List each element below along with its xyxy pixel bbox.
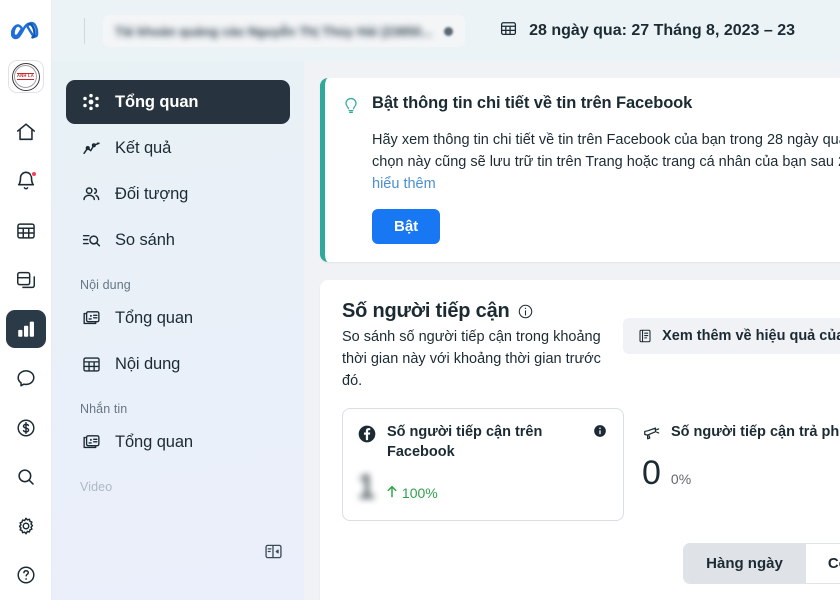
reach-title-row: Số người tiếp cận	[342, 300, 620, 323]
metric-delta: 100%	[386, 485, 438, 501]
sidebar-item-tong-quan[interactable]: Tổng quan	[66, 80, 290, 124]
post-overview-icon	[80, 431, 102, 453]
collapse-panel-icon[interactable]	[258, 536, 288, 566]
tab-cong-don[interactable]: Cộn	[805, 544, 840, 584]
grid-table-icon	[80, 353, 102, 375]
reach-metrics: Số người tiếp cận trên Facebook 1 100% S…	[342, 408, 840, 522]
benchmark-search-icon	[80, 229, 102, 251]
sidebar-item-ket-qua[interactable]: Kết quả	[66, 126, 290, 170]
sidebar-item-label: Tổng quan	[115, 308, 193, 327]
calendar-icon	[499, 19, 518, 43]
sidebar-item-label: So sánh	[115, 230, 175, 249]
metric-card-facebook-reach[interactable]: Số người tiếp cận trên Facebook 1 100%	[342, 408, 624, 522]
avatar-label: ANH LA	[16, 72, 35, 81]
learn-more-label: Xem thêm về hiệu quả của nộ	[662, 328, 840, 345]
avatar[interactable]: ANH LA	[7, 59, 44, 94]
metric-card-paid-reach[interactable]: Số người tiếp cận trả phí t 0 0%	[642, 408, 840, 507]
chevron-down-icon	[444, 26, 454, 36]
top-bar: Tài khoản quảng cáo Nguyễn Thị Thúy Hải …	[52, 0, 840, 62]
info-filled-icon[interactable]	[593, 424, 607, 443]
account-name: Tài khoản quảng cáo Nguyễn Thị Thúy Hải …	[115, 23, 433, 39]
sidebar-item-so-sanh[interactable]: So sánh	[66, 218, 290, 262]
sidebar-section-video: Video	[80, 480, 113, 494]
granularity-segmented-control: Hàng ngày Cộn	[683, 543, 840, 585]
tab-hang-ngay[interactable]: Hàng ngày	[684, 544, 806, 584]
search-icon[interactable]	[6, 458, 46, 495]
sidebar-section-nhan-tin: Nhắn tin	[80, 402, 128, 416]
sidebar-section-noi-dung: Nội dung	[80, 278, 131, 292]
sidebar-item-noidung-tong-quan[interactable]: Tổng quan	[66, 296, 290, 340]
stories-insights-banner: Bật thông tin chi tiết về tin trên Faceb…	[320, 78, 840, 263]
post-overview-icon	[80, 307, 102, 329]
trend-line-icon	[80, 137, 102, 159]
metric-value: 0	[642, 454, 661, 493]
sidebar-item-label: Đối tượng	[115, 184, 189, 203]
dollar-circle-icon[interactable]	[6, 409, 46, 446]
metric-name: Số người tiếp cận trên Facebook	[387, 424, 543, 460]
home-icon[interactable]	[6, 113, 46, 150]
metric-delta: 0%	[671, 471, 691, 487]
banner-title: Bật thông tin chi tiết về tin trên Faceb…	[372, 94, 693, 112]
notification-badge	[30, 170, 37, 177]
people-icon	[80, 183, 102, 205]
arrow-up-icon	[386, 485, 398, 501]
sidebar-item-doi-tuong[interactable]: Đối tượng	[66, 172, 290, 216]
banner-body-text: Hãy xem thông tin chi tiết về tin trên F…	[372, 132, 840, 171]
icon-rail: ANH LA	[0, 0, 52, 600]
gear-icon[interactable]	[6, 507, 46, 544]
sidebar-item-label: Tổng quan	[115, 92, 199, 111]
article-icon	[637, 328, 653, 344]
reach-card: Số người tiếp cận So sánh số người tiếp …	[320, 280, 840, 600]
grid-table-icon[interactable]	[6, 212, 46, 249]
metric-name: Số người tiếp cận trả phí t	[671, 424, 840, 441]
meta-logo-icon[interactable]	[6, 14, 46, 46]
account-selector[interactable]: Tài khoản quảng cáo Nguyễn Thị Thúy Hải …	[103, 15, 466, 47]
info-circle-icon[interactable]	[517, 303, 534, 320]
facebook-icon	[357, 424, 377, 449]
sidebar-item-label: Nội dung	[115, 354, 181, 373]
date-range-picker[interactable]: 28 ngày qua: 27 Tháng 8, 2023 – 23	[499, 19, 795, 43]
bar-chart-icon[interactable]	[5, 310, 46, 348]
overview-hub-icon	[80, 91, 102, 113]
granularity-control-row: Hàng ngày Cộn	[342, 543, 840, 585]
metric-delta-label: 0%	[670, 471, 692, 488]
sidebar-item-label: Tổng quan	[115, 432, 193, 451]
content-scroll: Bật thông tin chi tiết về tin trên Faceb…	[304, 62, 840, 600]
sidebar-item-noidung-noi-dung[interactable]: Nội dung	[66, 342, 290, 386]
sidebar-item-nhantin-tong-quan[interactable]: Tổng quan	[66, 420, 290, 464]
learn-more-content-performance-button[interactable]: Xem thêm về hiệu quả của nộ	[623, 318, 840, 355]
banner-body: Hãy xem thông tin chi tiết về tin trên F…	[372, 129, 840, 195]
date-range-label: 28 ngày qua: 27 Tháng 8, 2023 – 23	[529, 22, 796, 39]
enable-button[interactable]: Bật	[372, 209, 441, 245]
lightbulb-icon	[341, 95, 361, 120]
question-circle-icon[interactable]	[6, 557, 46, 594]
content-cards-icon[interactable]	[6, 261, 46, 298]
megaphone-icon	[642, 424, 661, 448]
metric-value: 1	[357, 468, 376, 507]
topbar-divider	[84, 18, 85, 44]
metric-delta-label: 100%	[401, 485, 438, 502]
reach-description: So sánh số người tiếp cận trong khoảng t…	[342, 329, 601, 389]
sidebar: Tổng quan Kết quả Đối tượng So sánh Nội …	[52, 0, 304, 600]
sidebar-item-label: Kết quả	[115, 138, 172, 157]
bell-icon[interactable]	[6, 163, 46, 200]
app-root: ANH LA Tổng quan Kết quả Đối tượng So sá…	[0, 0, 840, 600]
page-title: Số người tiếp cận	[342, 300, 510, 323]
chat-bubble-icon[interactable]	[6, 360, 46, 397]
main-content: Bật thông tin chi tiết về tin trên Faceb…	[304, 0, 840, 600]
banner-learn-more-link[interactable]: hiểu thêm	[372, 176, 436, 192]
